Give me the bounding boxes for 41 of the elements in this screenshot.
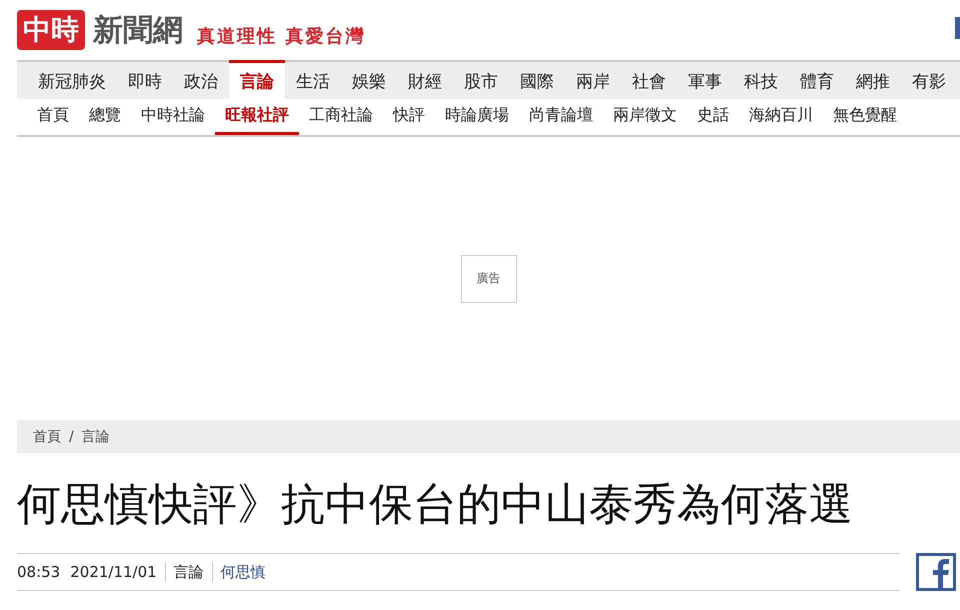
subnav-tab[interactable]: 兩岸徵文 bbox=[603, 99, 687, 135]
facebook-icon[interactable] bbox=[916, 553, 956, 591]
nav-tab[interactable]: 有影 bbox=[901, 60, 957, 99]
breadcrumb-link[interactable]: 言論 bbox=[82, 428, 110, 446]
subnav-tab[interactable]: 尚青論壇 bbox=[519, 99, 603, 135]
nav-tab[interactable]: 國際 bbox=[509, 60, 565, 99]
nav-tab[interactable]: 兩岸 bbox=[565, 60, 621, 99]
subnav-tab[interactable]: 海納百川 bbox=[739, 99, 823, 135]
subnav-tab[interactable]: 首頁 bbox=[27, 99, 79, 135]
subnav-tab[interactable]: 時論廣場 bbox=[435, 99, 519, 135]
tagline: 真道理性 真愛台灣 bbox=[197, 25, 366, 48]
nav-tab[interactable]: 軍事 bbox=[677, 60, 733, 99]
nav-tab[interactable]: 言論 bbox=[229, 60, 285, 99]
subnav-tab[interactable]: 旺報社評 bbox=[215, 99, 299, 135]
nav-tab[interactable]: 股市 bbox=[453, 60, 509, 99]
nav-tab[interactable]: 網推 bbox=[845, 60, 901, 99]
breadcrumb-link[interactable]: 首頁 bbox=[33, 428, 61, 446]
logo-mark[interactable]: 中時 bbox=[17, 10, 85, 50]
subnav-tab[interactable]: 快評 bbox=[383, 99, 435, 135]
breadcrumb-separator: / bbox=[69, 428, 74, 444]
article-category[interactable]: 言論 bbox=[174, 562, 204, 582]
subnav-tab[interactable]: 史話 bbox=[687, 99, 739, 135]
subnav-tab[interactable]: 無色覺醒 bbox=[823, 99, 907, 135]
subnav-tab[interactable]: 工商社論 bbox=[299, 99, 383, 135]
nav-tab[interactable]: 政治 bbox=[173, 60, 229, 99]
author-link[interactable]: 何思慎 bbox=[220, 562, 266, 582]
nav-tab[interactable]: 新冠肺炎 bbox=[27, 60, 117, 99]
article-title: 何思慎快評》抗中保台的中山泰秀為何落選 bbox=[17, 478, 854, 532]
article-time: 08:53 bbox=[17, 563, 60, 581]
ad-label: 廣告 bbox=[476, 270, 500, 287]
nav-tab[interactable]: 生活 bbox=[285, 60, 341, 99]
nav-tab[interactable]: 娛樂 bbox=[341, 60, 397, 99]
nav-tab[interactable]: 即時 bbox=[117, 60, 173, 99]
nav-tab[interactable]: 科技 bbox=[733, 60, 789, 99]
subnav-tab[interactable]: 中時社論 bbox=[131, 99, 215, 135]
subnav-tab[interactable]: 總覽 bbox=[79, 99, 131, 135]
nav-tab[interactable]: 社會 bbox=[621, 60, 677, 99]
logo-name: 新聞網 bbox=[93, 12, 183, 50]
nav-tab[interactable]: 財經 bbox=[397, 60, 453, 99]
nav-tab[interactable]: 體育 bbox=[789, 60, 845, 99]
article-date: 2021/11/01 bbox=[70, 563, 157, 581]
